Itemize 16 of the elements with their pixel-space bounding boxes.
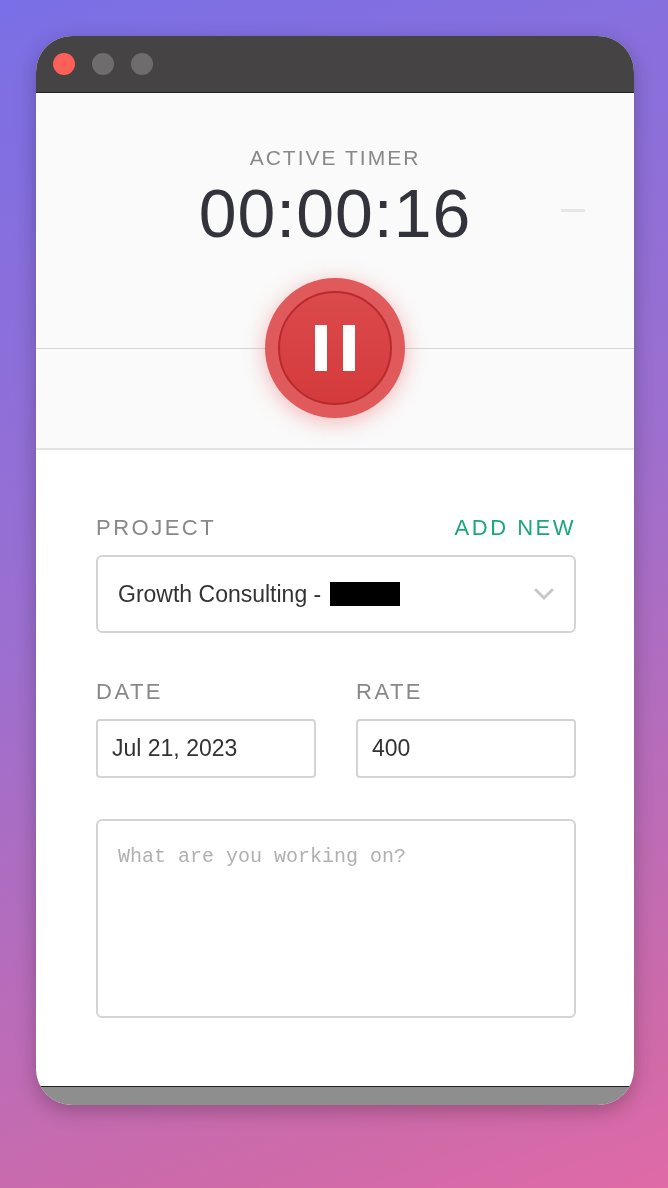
timer-display: 00:00:16: [198, 175, 472, 251]
project-select[interactable]: Growth Consulting -: [96, 555, 576, 633]
pause-button[interactable]: [265, 278, 405, 418]
date-field[interactable]: Jul 21, 2023: [96, 719, 316, 778]
chevron-down-icon: [534, 588, 554, 600]
field-label: RATE: [356, 678, 425, 706]
field-label: PROJECT: [96, 514, 217, 542]
window-control-button[interactable]: [53, 53, 75, 75]
rate-field[interactable]: 400: [356, 719, 576, 778]
window-control-button[interactable]: [92, 53, 114, 75]
timer-label: ACTIVE TIMER: [249, 146, 421, 170]
notes-field[interactable]: What are you working on?: [96, 819, 576, 1018]
select-value: Growth Consulting -: [118, 580, 322, 608]
field-label: DATE: [96, 678, 165, 706]
pause-icon: [315, 325, 355, 371]
window-control-button[interactable]: [131, 53, 153, 75]
